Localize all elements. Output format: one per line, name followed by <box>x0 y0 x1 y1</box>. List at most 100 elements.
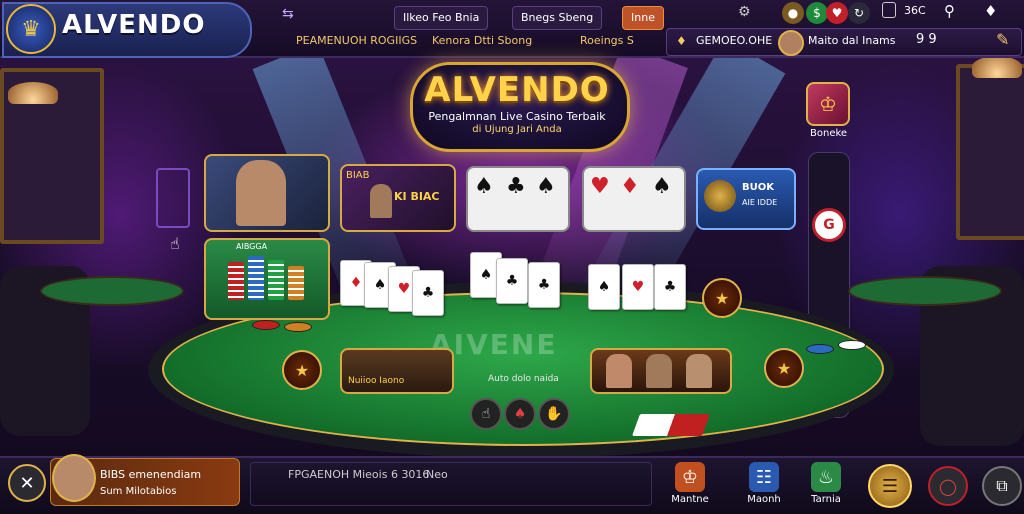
chip-stack <box>228 262 244 300</box>
chip <box>806 344 834 354</box>
edit-icon[interactable]: ✎ <box>996 30 1009 49</box>
player-line2: Sum Milotabios <box>100 486 177 497</box>
side-table <box>848 276 1002 306</box>
live-badge-icon[interactable]: G <box>812 208 846 242</box>
host-portrait <box>370 184 392 218</box>
refresh-icon[interactable]: ↻ <box>848 2 870 24</box>
roulette-panel[interactable]: BUOK AIE IDDE <box>696 168 796 230</box>
wallet-icon[interactable]: $ <box>806 2 828 24</box>
spade-icon: ♠ <box>474 174 494 199</box>
hand-icon[interactable]: ✋ <box>538 398 570 430</box>
nav-label: Maonh <box>747 494 781 505</box>
wall-lamp <box>972 56 1022 78</box>
chip-stack <box>288 266 304 300</box>
window-icon[interactable] <box>882 2 896 18</box>
card-deck <box>631 414 711 436</box>
tagline-secondary: di Ujung Jari Anda <box>472 124 562 135</box>
menu-icon[interactable]: ♦ <box>984 2 997 20</box>
host-portrait <box>646 354 672 388</box>
roulette-wheel-icon <box>704 180 736 212</box>
diamond-icon: ♦ <box>620 174 640 199</box>
side-screen <box>156 168 190 228</box>
record-icon[interactable]: ◯ <box>928 466 968 506</box>
username: Maito dal Inams <box>808 34 896 47</box>
bet-chip-icon[interactable]: ★ <box>282 350 322 390</box>
avatar[interactable] <box>778 30 804 56</box>
brand-name: ALVENDO <box>62 10 206 40</box>
ticket-icon: ♦ <box>676 34 687 48</box>
promo-card-label: KI BIAC <box>394 190 440 203</box>
playing-card: ♣ <box>528 262 560 308</box>
expand-icon[interactable]: ⧉ <box>982 466 1022 506</box>
blackjack-table-card[interactable]: ♠ ♣ ♠ <box>466 166 570 232</box>
search-icon[interactable]: ⚲ <box>944 2 955 20</box>
promo-card-badge: BIAB <box>346 170 370 181</box>
wall-lamp <box>8 82 58 104</box>
roulette-title: BUOK <box>742 182 774 193</box>
playing-card: ♣ <box>412 270 444 316</box>
sublink-bonus[interactable]: Roeings S <box>580 34 634 47</box>
side-badge-label: Boneke <box>810 128 848 139</box>
bet-chip-icon[interactable]: ★ <box>764 348 804 388</box>
player-avatar[interactable] <box>52 454 96 502</box>
status-value: Neo <box>426 468 448 481</box>
page-title: ALVENDO <box>424 70 610 110</box>
sublink-promotions[interactable]: PEAMENUOH ROGIIGS <box>296 34 417 47</box>
player-line1: BIBS emenendiam <box>100 468 202 481</box>
spade-icon[interactable]: ♠ <box>504 398 536 430</box>
heart-icon: ♥ <box>590 174 610 199</box>
wall-painting <box>956 64 1024 240</box>
balance: 9 9 <box>916 32 937 47</box>
tagline: Pengalmnan Live Casino Terbaik <box>428 110 606 123</box>
dealer-panel[interactable] <box>204 154 330 232</box>
top-link-mid[interactable]: Bnegs Sbeng <box>512 6 603 30</box>
nav-rewards[interactable]: ♨ Tarnia <box>796 462 856 505</box>
spade-icon: ♠ <box>652 174 672 199</box>
playing-card: ♥ <box>622 264 654 310</box>
baccarat-table-card[interactable]: ♥ ♦ ♠ <box>582 166 686 232</box>
spade-icon: ♠ <box>536 174 556 199</box>
chip-stack-panel[interactable]: AIBGGA <box>204 238 330 320</box>
pin-icon[interactable]: ⚙ <box>738 4 751 20</box>
dealer-portrait <box>236 160 286 226</box>
players-panel-label: Nuiioo Iaono <box>348 376 405 386</box>
deposit-button[interactable]: ☰ <box>868 464 912 508</box>
promo-card[interactable]: BIAB KI BIAC <box>340 164 456 232</box>
coin-icon[interactable]: ● <box>782 2 804 24</box>
nav-label: Mantne <box>671 494 709 505</box>
nav-shop[interactable]: ☷ Maonh <box>734 462 794 505</box>
sublink-live[interactable]: Kenora Dtti Sbong <box>432 34 532 47</box>
nav-label: Tarnia <box>811 494 841 505</box>
club-icon: ♣ <box>506 174 526 199</box>
side-table <box>40 276 184 306</box>
gift-icon: ♨ <box>811 462 841 492</box>
top-link-left[interactable]: Ilkeo Feo Bnia <box>394 6 489 30</box>
tap-icon[interactable]: ☝ <box>170 234 180 253</box>
top-link-right[interactable]: Inne <box>622 6 664 30</box>
tap-icon[interactable]: ☝ <box>470 398 502 430</box>
playing-card: ♣ <box>496 258 528 304</box>
notification-icon[interactable]: ♥ <box>826 2 848 24</box>
felt-subtext: Auto dolo naida <box>488 374 559 384</box>
arrows-icon[interactable]: ⇆ <box>282 6 294 22</box>
dealer-chip-icon[interactable]: ★ <box>702 278 742 318</box>
playing-card: ♠ <box>588 264 620 310</box>
host-portrait <box>606 354 632 388</box>
close-icon[interactable]: ✕ <box>8 464 46 502</box>
host-portrait <box>686 354 712 388</box>
chip <box>252 320 280 330</box>
chip <box>284 322 312 332</box>
roulette-subtitle: AIE IDDE <box>742 198 778 207</box>
playing-card: ♣ <box>654 264 686 310</box>
cart-icon: ☷ <box>749 462 779 492</box>
crest-icon: ♛ <box>6 4 56 54</box>
trophy-icon[interactable]: ♔ <box>806 82 850 126</box>
status-count: 36C <box>904 4 926 17</box>
chip-stack <box>248 256 264 300</box>
chip <box>838 340 866 350</box>
promo-code[interactable]: GEMOEO.OHE <box>696 34 772 47</box>
nav-tournaments[interactable]: ♔ Mantne <box>660 462 720 505</box>
chip-stack <box>268 260 284 300</box>
hosts-panel[interactable] <box>590 348 732 394</box>
players-panel[interactable]: Nuiioo Iaono <box>340 348 454 394</box>
